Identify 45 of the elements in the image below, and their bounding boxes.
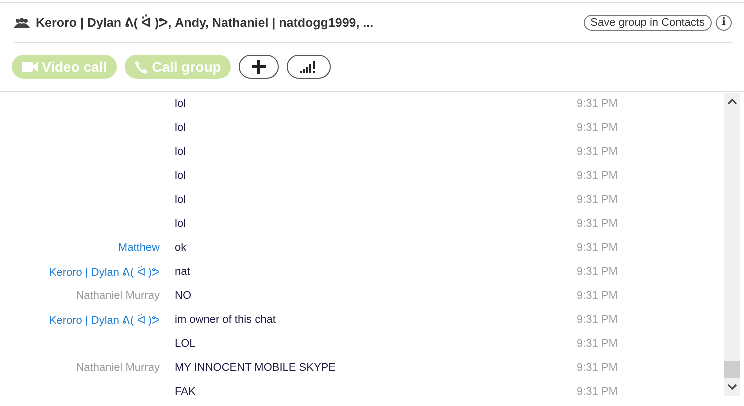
scroll-down-icon[interactable] [728,384,736,390]
video-camera-icon [22,62,38,72]
message-time: 9:31 PM [577,170,618,182]
message-text: lol [175,194,186,206]
message-time: 9:31 PM [577,122,618,134]
sender-name: Keroro | Dylan ᕕ( ᐛ )ᕗ [48,266,161,278]
message-text: im owner of this chat [175,314,276,326]
message-text: lol [175,98,186,110]
info-button[interactable]: i [716,14,732,30]
phone-icon [135,60,148,74]
message-text: ok [175,242,187,254]
signal-bars-icon [300,61,318,73]
scrollbar[interactable] [724,93,740,396]
sender-name: Matthew [117,242,161,254]
message-time: 9:31 PM [577,218,618,230]
call-quality-button[interactable] [287,55,332,79]
message-time: 9:31 PM [577,194,618,206]
message-time: 9:31 PM [577,386,618,398]
message-text: MY INNOCENT MOBILE SKYPE [175,362,336,374]
scroll-thumb[interactable] [724,361,740,378]
message-text: nat [175,266,190,278]
message-time: 9:31 PM [577,242,618,254]
plus-icon [252,60,266,74]
message-text: lol [175,146,186,158]
message-time: 9:31 PM [577,314,618,326]
message-time: 9:31 PM [577,338,618,350]
message-time: 9:31 PM [577,146,618,158]
chat-title: Keroro | Dylan ᕕ( ᐛ )ᕗ, Andy, Nathaniel | natdogg1999, ... [36,15,375,30]
scroll-up-icon[interactable] [728,99,736,105]
message-text: FAK [175,386,196,398]
message-time: 9:31 PM [577,266,618,278]
add-button[interactable] [239,55,280,79]
message-text: lol [175,122,186,134]
sender-name: Nathaniel Murray [75,290,161,302]
message-time: 9:31 PM [577,98,618,110]
sender-name: Keroro | Dylan ᕕ( ᐛ )ᕗ [48,314,161,326]
message-time: 9:31 PM [577,290,618,302]
message-text: NO [175,290,192,302]
sender-name: Nathaniel Murray [75,362,161,374]
people-icon [14,18,30,28]
message-text: lol [175,170,186,182]
message-time: 9:31 PM [577,362,618,374]
message-text: LOL [175,338,196,350]
save-group-button[interactable]: Save group in Contacts [584,14,712,30]
message-text: lol [175,218,186,230]
